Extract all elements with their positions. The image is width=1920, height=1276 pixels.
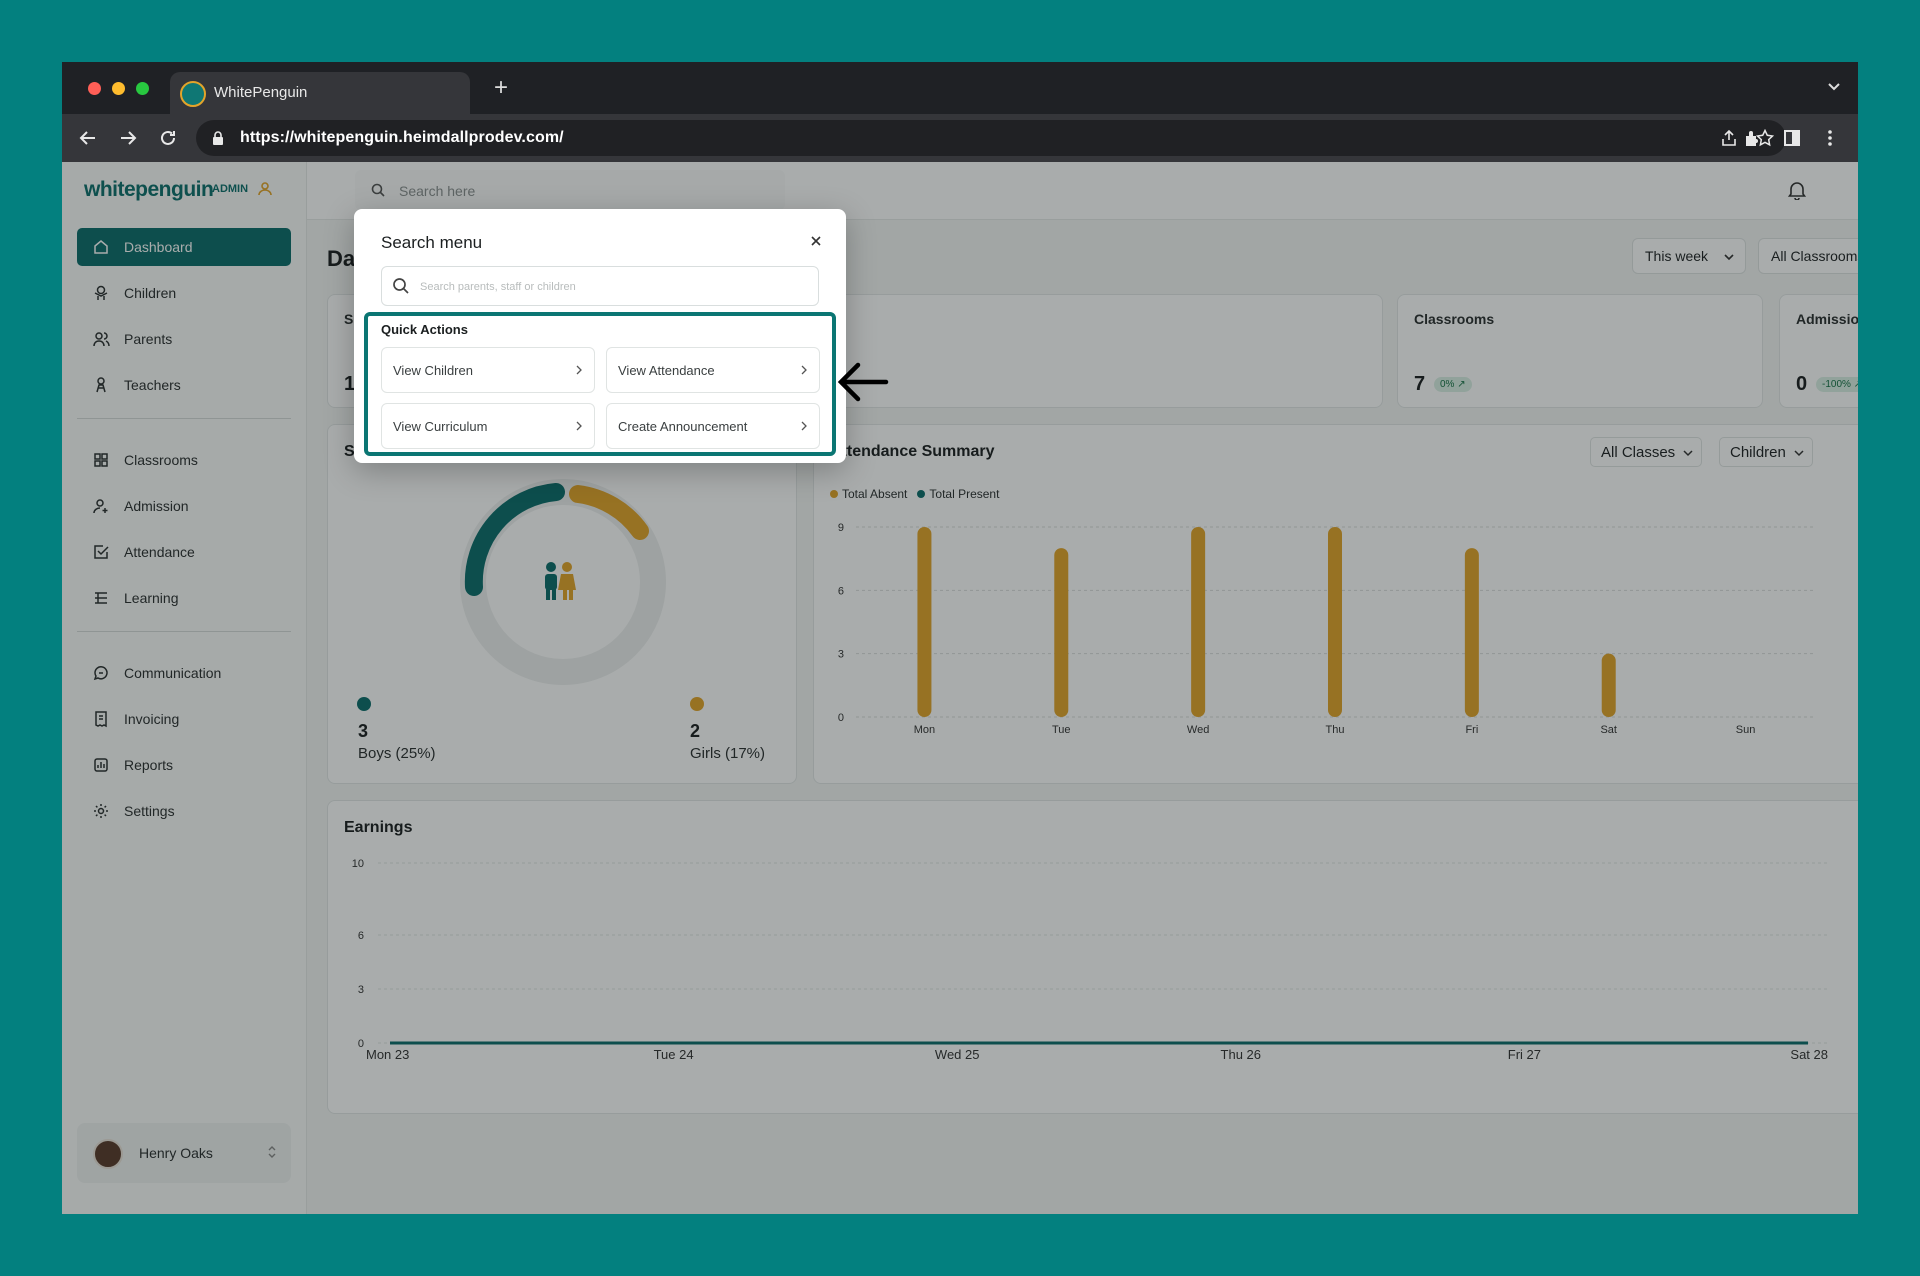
extensions-icon[interactable] <box>1742 128 1762 148</box>
quick-actions-title: Quick Actions <box>381 322 468 337</box>
view-curriculum-button[interactable]: View Curriculum <box>381 403 595 449</box>
chevron-right-icon <box>576 365 582 375</box>
close-window-button[interactable] <box>88 82 101 95</box>
forward-icon[interactable] <box>118 128 138 148</box>
window-controls <box>88 82 149 95</box>
minimize-window-button[interactable] <box>112 82 125 95</box>
new-tab-button[interactable]: + <box>494 76 508 100</box>
share-icon[interactable] <box>1720 129 1738 147</box>
lock-icon <box>213 131 223 145</box>
modal-backdrop[interactable] <box>62 162 1858 1214</box>
action-label: View Curriculum <box>393 418 488 434</box>
tab-title: WhitePenguin <box>214 84 308 101</box>
search-menu-modal: Search menu Quick Actions View Children … <box>354 209 846 463</box>
side-panel-icon[interactable] <box>1782 128 1802 148</box>
url-text: https://whitepenguin.heimdallprodev.com/ <box>240 129 564 146</box>
reload-icon[interactable] <box>158 128 178 148</box>
modal-search-field <box>381 266 819 306</box>
back-icon[interactable] <box>78 128 98 148</box>
action-label: View Children <box>393 362 473 378</box>
action-label: View Attendance <box>618 362 715 378</box>
chevron-right-icon <box>801 421 807 431</box>
modal-search-input[interactable] <box>420 276 800 298</box>
favicon-icon <box>180 81 206 107</box>
quick-actions: Quick Actions View Children View Attenda… <box>364 312 836 456</box>
maximize-window-button[interactable] <box>136 82 149 95</box>
action-label: Create Announcement <box>618 418 748 434</box>
view-attendance-button[interactable]: View Attendance <box>606 347 820 393</box>
browser-tab[interactable]: WhitePenguin <box>170 72 470 114</box>
chevron-right-icon <box>576 421 582 431</box>
browser-toolbar: https://whitepenguin.heimdallprodev.com/ <box>62 114 1858 162</box>
search-icon <box>393 278 409 294</box>
modal-title: Search menu <box>381 233 483 252</box>
annotation-arrow-icon <box>837 362 889 402</box>
more-menu-icon[interactable] <box>1820 128 1840 148</box>
chevron-right-icon <box>801 365 807 375</box>
browser-tabbar: WhitePenguin + <box>62 62 1858 114</box>
view-children-button[interactable]: View Children <box>381 347 595 393</box>
close-icon[interactable] <box>810 235 822 247</box>
address-bar[interactable]: https://whitepenguin.heimdallprodev.com/ <box>196 120 1786 156</box>
create-announcement-button[interactable]: Create Announcement <box>606 403 820 449</box>
tab-search-chevron-icon[interactable] <box>1826 78 1842 94</box>
browser-window: WhitePenguin + https://whitepenguin.heim… <box>62 62 1858 1214</box>
